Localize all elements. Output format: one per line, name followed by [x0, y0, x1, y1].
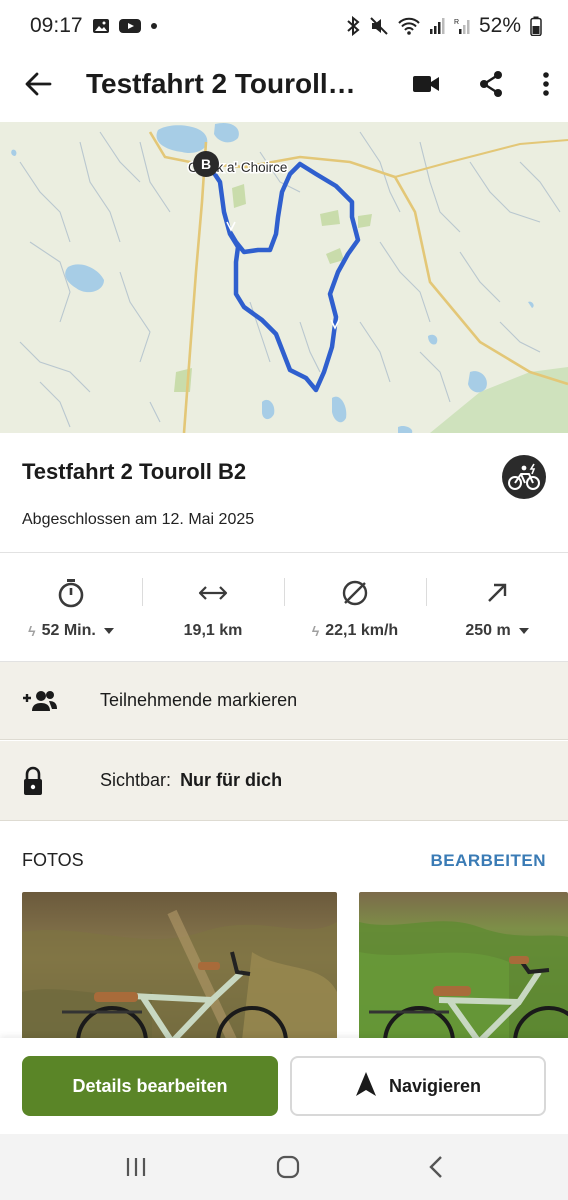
stat-distance: 19,1 km: [142, 554, 284, 661]
status-bar: 09:17 R 52%: [0, 0, 568, 52]
photos-edit-button[interactable]: BEARBEITEN: [430, 851, 546, 871]
mute-icon: [369, 16, 389, 36]
stat-elevation-value: 250 m: [465, 622, 511, 639]
tag-participants-label: Teilnehmende markieren: [100, 690, 298, 710]
navigate-button[interactable]: Navigieren: [290, 1056, 546, 1116]
dot-icon: [150, 22, 158, 30]
photos-title: FOTOS: [22, 850, 84, 870]
tour-stats: ϟ 52 Min. 19,1 km ϟ 22,1 km/h 250 m: [0, 554, 568, 662]
youtube-icon: [118, 18, 141, 34]
stopwatch-icon: [57, 578, 85, 608]
svg-text:R: R: [454, 19, 459, 26]
stat-distance-value: 19,1 km: [183, 622, 243, 639]
map-canvas: Crask a' Choirce B: [0, 122, 568, 433]
chevron-down-icon: [103, 628, 114, 634]
back-icon[interactable]: [429, 1155, 443, 1179]
photo-thumbnail[interactable]: [22, 892, 337, 1040]
recents-icon[interactable]: [125, 1156, 147, 1178]
bolt-icon: ϟ: [28, 623, 36, 639]
distance-icon: [198, 578, 228, 608]
video-icon[interactable]: [412, 74, 440, 94]
stat-duration-value: 52 Min.: [41, 622, 96, 639]
system-nav-bar: [0, 1134, 568, 1200]
battery-text: 52%: [478, 14, 521, 37]
visibility-row[interactable]: Sichtbar: Nur für dich: [0, 741, 568, 821]
wifi-icon: [398, 17, 420, 35]
status-time: 09:17: [30, 14, 83, 37]
page-title: Testfahrt 2 Touroll…: [86, 68, 356, 99]
bolt-icon: ϟ: [311, 623, 320, 639]
marker-label: B: [201, 156, 211, 172]
more-vert-icon[interactable]: [542, 71, 550, 97]
stat-elevation[interactable]: 250 m: [426, 554, 568, 661]
back-arrow-icon[interactable]: [24, 72, 52, 96]
stat-speed-value: 22,1 km/h: [325, 622, 399, 639]
tag-participants-row[interactable]: Teilnehmende markieren: [0, 662, 568, 740]
bottom-action-bar: Details bearbeiten Navigieren: [0, 1038, 568, 1134]
edit-details-button[interactable]: Details bearbeiten: [22, 1056, 278, 1116]
app-bar: Testfahrt 2 Touroll…: [0, 52, 568, 116]
photo-thumbnail[interactable]: [359, 892, 568, 1040]
battery-icon: [530, 16, 542, 36]
end-marker[interactable]: B: [193, 151, 219, 177]
route-map[interactable]: Crask a' Choirce B: [0, 122, 568, 433]
stat-duration[interactable]: ϟ 52 Min.: [0, 554, 142, 661]
average-speed-icon: [341, 578, 369, 608]
tour-header: Testfahrt 2 Touroll B2 Abgeschlossen am …: [0, 433, 568, 553]
lock-icon: [0, 766, 100, 796]
visibility-label: Sichtbar:: [100, 770, 172, 790]
tour-completed-date: Abgeschlossen am 12. Mai 2025: [22, 511, 255, 528]
signal-roaming-icon: R: [454, 17, 470, 35]
bluetooth-icon: [346, 16, 360, 36]
navigation-arrow-icon: [355, 1071, 377, 1102]
add-people-icon: [0, 689, 100, 713]
edit-details-label: Details bearbeiten: [72, 1075, 228, 1096]
share-icon[interactable]: [478, 70, 504, 98]
chevron-down-icon: [518, 628, 529, 634]
visibility-value: Nur für dich: [180, 770, 283, 790]
tour-name: Testfahrt 2 Touroll B2: [22, 459, 247, 484]
gallery-icon: [92, 18, 110, 34]
signal-icon: [429, 17, 445, 35]
photos-header: FOTOS BEARBEITEN: [22, 850, 546, 871]
elevation-icon: [485, 578, 509, 608]
e-bike-icon[interactable]: [502, 455, 546, 499]
stat-speed: ϟ 22,1 km/h: [284, 554, 426, 661]
navigate-label: Navigieren: [388, 1075, 482, 1096]
home-icon[interactable]: [276, 1155, 300, 1179]
